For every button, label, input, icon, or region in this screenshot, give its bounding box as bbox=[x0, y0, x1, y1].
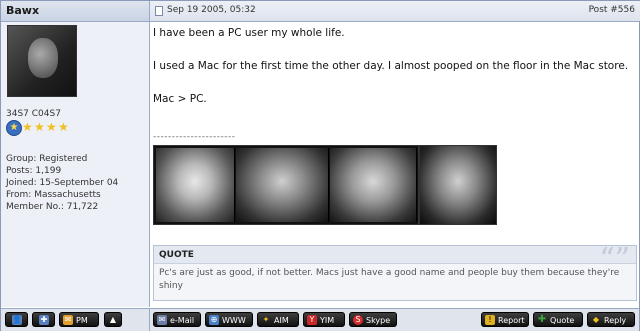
avatar bbox=[7, 25, 77, 97]
www-button[interactable]: ⊕ WWW bbox=[205, 312, 253, 327]
yahoo-icon: Y bbox=[307, 315, 317, 325]
scroll-top-button[interactable]: ▲ bbox=[104, 312, 122, 327]
star-badge-icon: ★ bbox=[6, 120, 22, 136]
quote-label: Quote bbox=[550, 316, 575, 325]
skype-label: Skype bbox=[366, 316, 391, 325]
aim-label: AIM bbox=[274, 316, 289, 325]
aim-button[interactable]: ✦ AIM bbox=[257, 312, 299, 327]
quote-text: Pc's are just as good, if not better. Ma… bbox=[159, 268, 620, 291]
skype-icon: S bbox=[353, 315, 363, 325]
signature-photo bbox=[236, 148, 329, 222]
star-icon: ★ bbox=[46, 120, 57, 134]
globe-icon: ⊕ bbox=[209, 315, 219, 325]
post-header: Bawx Sep 19 2005, 05:32 Post #556 bbox=[1, 1, 640, 22]
email-icon: ✉ bbox=[157, 315, 167, 325]
buddy-icon: ✚ bbox=[39, 315, 49, 325]
pm-label: PM bbox=[76, 316, 88, 325]
signature-image-strip bbox=[153, 145, 419, 225]
arrow-up-icon: ▲ bbox=[109, 315, 117, 324]
member-rank-title: 34S7 C04S7 bbox=[6, 109, 61, 119]
post-text-line: I used a Mac for the first time the othe… bbox=[153, 60, 629, 72]
post-author-name[interactable]: Bawx bbox=[6, 4, 39, 17]
member-joined: Joined: 15-September 04 bbox=[6, 178, 119, 188]
post-number-link[interactable]: Post #556 bbox=[589, 5, 635, 15]
email-button[interactable]: ✉ e-Mail bbox=[153, 312, 201, 327]
signature-photo bbox=[419, 145, 497, 225]
pm-button[interactable]: ✉ PM bbox=[59, 312, 99, 327]
quote-button[interactable]: ✚ Quote bbox=[533, 312, 583, 327]
member-location: From: Massachusetts bbox=[6, 190, 101, 200]
report-icon: ! bbox=[485, 315, 495, 325]
member-number: Member No.: 71,722 bbox=[6, 202, 99, 212]
user-profile-icon: 👤 bbox=[12, 315, 22, 325]
signature-photo bbox=[330, 148, 417, 222]
post-text-line: Mac > PC. bbox=[153, 93, 207, 105]
post-action-bar: 👤 ✚ ✉ PM ▲ ✉ e-Mail ⊕ WWW ✦ AIM Y YIM S bbox=[1, 308, 639, 331]
signature-divider: ---------------------- bbox=[153, 132, 236, 142]
post-header-meta: Sep 19 2005, 05:32 Post #556 bbox=[149, 1, 640, 21]
reply-arrow-icon: ◆ bbox=[592, 315, 600, 324]
add-buddy-button[interactable]: ✚ bbox=[32, 312, 55, 327]
report-button[interactable]: ! Report bbox=[481, 312, 529, 327]
reply-label: Reply bbox=[604, 316, 627, 325]
yim-label: YIM bbox=[320, 316, 335, 325]
quote-title: QUOTE bbox=[159, 250, 194, 260]
member-group: Group: Registered bbox=[6, 154, 88, 164]
skype-button[interactable]: S Skype bbox=[349, 312, 397, 327]
star-icon: ★ bbox=[22, 120, 33, 134]
post-document-icon bbox=[155, 6, 163, 16]
www-label: WWW bbox=[222, 316, 246, 325]
email-label: e-Mail bbox=[170, 316, 195, 325]
post-text-line: I have been a PC user my whole life. bbox=[153, 27, 345, 39]
member-posts: Posts: 1,199 bbox=[6, 166, 62, 176]
aim-running-man-icon: ✦ bbox=[262, 315, 270, 324]
plus-icon: ✚ bbox=[537, 314, 547, 325]
action-bar-divider bbox=[149, 309, 150, 331]
report-label: Report bbox=[498, 316, 525, 325]
member-info: Group: Registered Posts: 1,199 Joined: 1… bbox=[6, 153, 118, 213]
forum-post: Bawx Sep 19 2005, 05:32 Post #556 34S7 C… bbox=[0, 0, 640, 331]
author-sidebar: 34S7 C04S7 ★ ★ ★ ★ ★ Group: Registered P… bbox=[1, 22, 150, 307]
post-body: I have been a PC user my whole life. I u… bbox=[150, 22, 639, 307]
reply-button[interactable]: ◆ Reply bbox=[587, 312, 635, 327]
profile-button[interactable]: 👤 bbox=[5, 312, 28, 327]
star-icon: ★ bbox=[58, 120, 69, 134]
quote-header: QUOTE “” bbox=[154, 242, 636, 277]
post-date: Sep 19 2005, 05:32 bbox=[167, 5, 256, 15]
star-icon: ★ bbox=[34, 120, 45, 134]
message-icon: ✉ bbox=[63, 315, 73, 325]
quote-block: QUOTE “” Pc's are just as good, if not b… bbox=[153, 242, 637, 301]
yim-button[interactable]: Y YIM bbox=[303, 312, 345, 327]
signature-photo bbox=[156, 148, 235, 222]
avatar-face bbox=[28, 38, 58, 78]
